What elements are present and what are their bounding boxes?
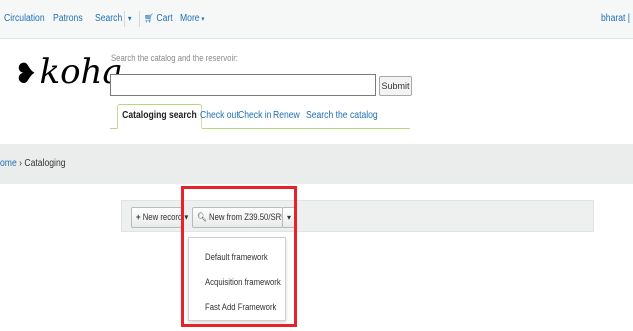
tab-check-out[interactable]: Check out [200,110,239,121]
plus-icon: + [136,212,141,222]
submit-button[interactable]: Submit [379,76,412,96]
nav-divider [139,11,140,27]
nav-circulation[interactable]: Circulation [4,13,45,24]
z3950-dropdown-toggle[interactable]: ▾ [282,207,296,228]
tab-renew[interactable]: Renew [273,110,300,121]
menu-item-default-framework[interactable]: Default framework [205,252,268,262]
tab-search-catalog[interactable]: Search the catalog [306,110,378,121]
search-input[interactable] [110,74,376,96]
chevron-down-icon: ▾ [201,16,205,23]
new-from-z3950-button[interactable]: 🔍︎ New from Z39.50/SRU [192,207,287,228]
nav-cart-label: Cart [156,13,173,24]
new-record-label: New record [142,212,183,222]
tab-check-in[interactable]: Check in [238,110,271,121]
breadcrumb-bar: ome › Cataloging [0,144,633,184]
nav-divider [124,11,125,27]
top-navbar: Circulation Patrons Search ▾ 🛒︎ Cart More… [0,0,633,39]
cataloging-toolbar: + New record ▾ 🔍︎ New from Z39.50/SRU ▾ [121,200,594,232]
nav-patrons[interactable]: Patrons [53,13,83,24]
breadcrumb-home[interactable]: ome [0,158,17,169]
nav-search[interactable]: Search [95,13,122,24]
framework-dropdown-menu: Default framework Acquisition framework … [188,237,286,321]
search-caret-icon[interactable]: ▾ [128,14,131,23]
breadcrumb: ome › Cataloging [0,158,66,169]
search-icon: 🔍︎ [197,212,207,222]
cart-icon: 🛒︎ [144,13,154,23]
nav-more[interactable]: More ▾ [180,13,204,24]
chevron-down-icon: ▾ [286,213,291,222]
user-menu[interactable]: bharat | [601,13,630,24]
tab-cataloging-search[interactable]: Cataloging search [117,104,202,129]
search-label: Search the catalog and the reservoir: [111,53,238,63]
breadcrumb-current: Cataloging [24,158,66,169]
nav-cart[interactable]: 🛒︎ Cart [144,13,173,24]
chevron-down-icon: ▾ [184,212,189,222]
koha-logo[interactable]: ❥koha [14,52,123,94]
nav-more-label: More [180,13,200,24]
new-record-button[interactable]: + New record ▾ [131,207,188,228]
menu-item-acquisition-framework[interactable]: Acquisition framework [205,277,281,287]
new-from-z3950-label: New from Z39.50/SRU [208,212,287,222]
search-tabs: Cataloging search Check out Check in Ren… [110,104,410,129]
menu-item-fast-add-framework[interactable]: Fast Add Framework [205,302,276,312]
breadcrumb-separator: › [19,158,22,169]
koha-mark-icon: ❥ [14,57,38,90]
